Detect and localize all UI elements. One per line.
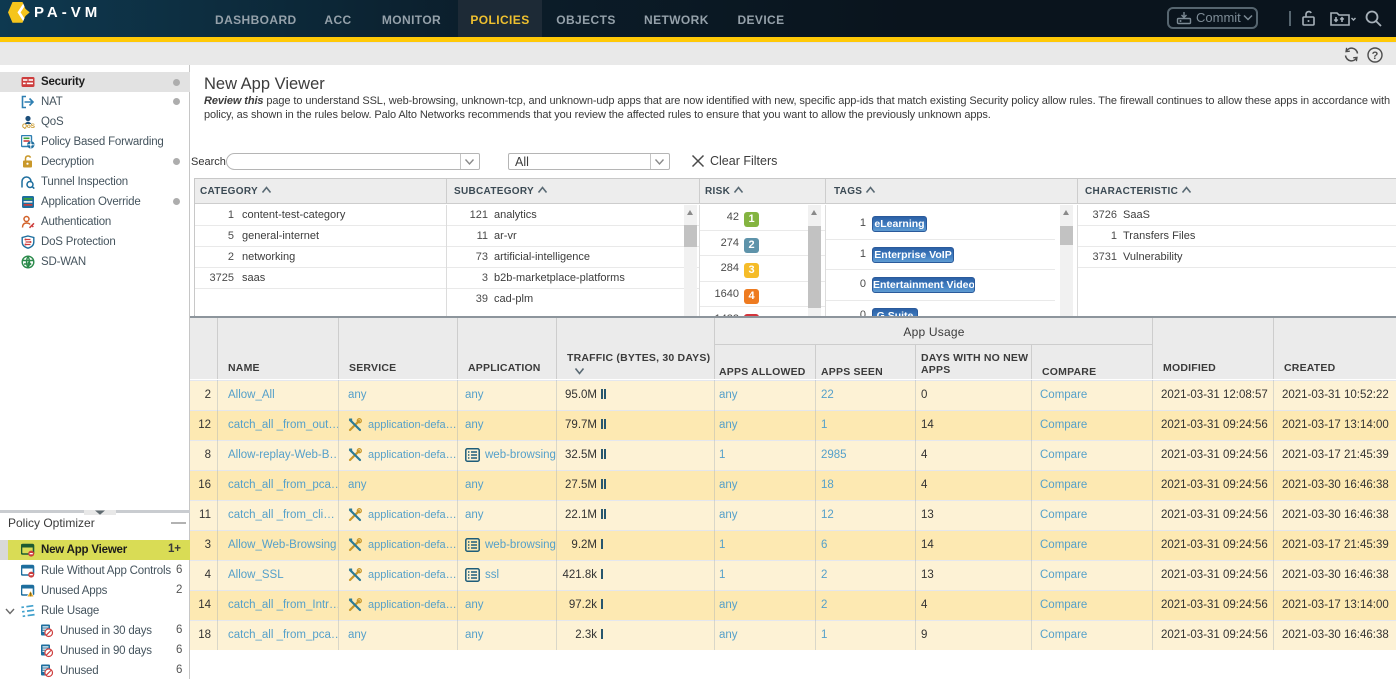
svg-text:?: ?: [1372, 50, 1379, 62]
svg-text:QoS: QoS: [22, 123, 35, 129]
